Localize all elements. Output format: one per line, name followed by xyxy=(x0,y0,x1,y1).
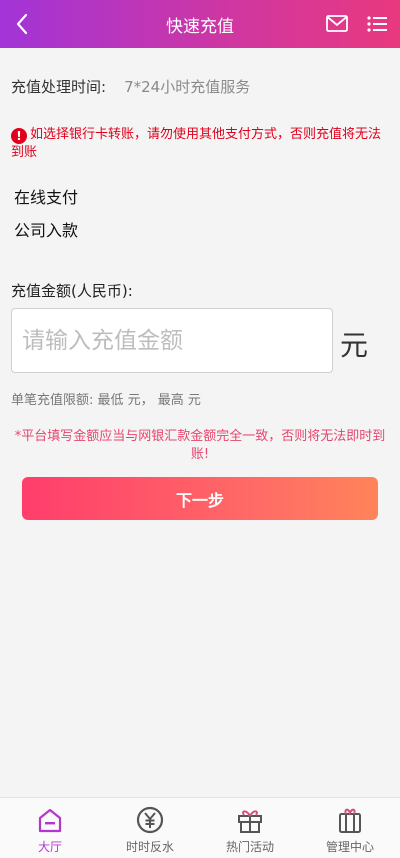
tab-label: 管理中心 xyxy=(325,840,374,854)
tab-label: 大厅 xyxy=(37,840,62,854)
bank-transfer-warning: ! 如选择银行卡转账，请勿使用其他支付方式，否则充值将无法到账 xyxy=(11,126,386,162)
processing-time-label: 充值处理时间: xyxy=(11,78,107,96)
tab-label: 时时反水 xyxy=(125,840,174,854)
processing-time-value: 7*24小时充值服务 xyxy=(124,78,251,96)
chevron-left-icon xyxy=(16,13,28,35)
yuan-coin-icon xyxy=(136,806,164,834)
warning-text: 如选择银行卡转账，请勿使用其他支付方式，否则充值将无法到账 xyxy=(11,127,382,160)
alert-icon: ! xyxy=(11,128,27,144)
tab-rebate[interactable]: 时时反水 xyxy=(100,798,200,858)
mail-icon[interactable] xyxy=(325,13,349,35)
top-nav-bar: 快速充值 xyxy=(0,0,400,48)
bottom-tab-bar: 大厅 时时反水 热门活动 管理中心 xyxy=(0,797,400,858)
payment-method-company-deposit[interactable]: 公司入款 xyxy=(14,217,78,241)
deposit-limits: 单笔充值限额: 最低 元， 最高 元 xyxy=(11,393,201,408)
home-icon xyxy=(38,808,62,833)
tab-lobby[interactable]: 大厅 xyxy=(0,798,100,858)
back-button[interactable] xyxy=(6,8,38,40)
gift-box-icon xyxy=(339,808,361,833)
payment-method-online[interactable]: 在线支付 xyxy=(14,184,78,208)
tab-management-center[interactable]: 管理中心 xyxy=(300,798,400,858)
page-title: 快速充值 xyxy=(166,16,234,37)
tab-promotions[interactable]: 热门活动 xyxy=(200,798,300,858)
amount-label: 充值金额(人民币): xyxy=(11,282,133,300)
tab-label: 热门活动 xyxy=(225,840,274,854)
next-step-button[interactable]: 下一步 xyxy=(22,477,378,520)
amount-input[interactable] xyxy=(11,308,333,373)
processing-time-row: 充值处理时间: 7*24小时充值服务 xyxy=(11,76,250,97)
amount-unit: 元 xyxy=(340,329,369,362)
list-menu-icon[interactable] xyxy=(365,13,389,35)
amount-notice: *平台填写金额应当与网银汇款金额完全一致，否则将无法即时到账! xyxy=(14,429,386,462)
gift-icon xyxy=(238,810,262,833)
